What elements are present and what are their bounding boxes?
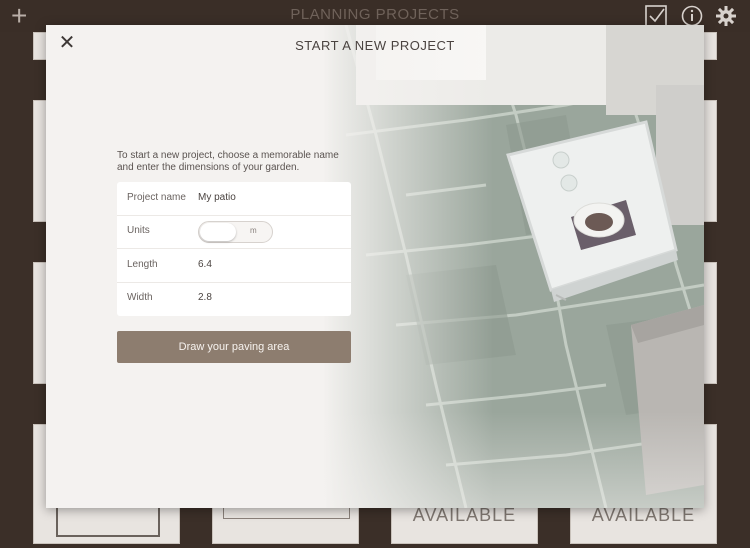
checkbox-icon[interactable] (645, 5, 667, 27)
units-toggle[interactable]: m (198, 221, 273, 243)
width-input[interactable]: 2.8 (198, 292, 212, 303)
gear-icon[interactable] (715, 5, 737, 27)
project-name-input[interactable]: My patio (198, 192, 236, 203)
toggle-knob[interactable] (200, 223, 236, 241)
available-label: AVAILABLE (591, 505, 696, 525)
width-row[interactable]: Width 2.8 (117, 282, 351, 315)
units-row: Units m (117, 215, 351, 249)
dialog-title: START A NEW PROJECT (295, 38, 455, 53)
units-label: Units (127, 225, 150, 236)
length-label: Length (127, 259, 158, 270)
info-icon[interactable] (681, 5, 703, 27)
width-label: Width (127, 292, 153, 303)
available-label: AVAILABLE (412, 505, 517, 525)
length-row[interactable]: Length 6.4 (117, 249, 351, 283)
tile-sketch (56, 505, 160, 537)
new-project-dialog: ✕ START A NEW PROJECT To start a new pro… (46, 25, 704, 508)
intro-text: To start a new project, choose a memorab… (117, 150, 339, 173)
units-option-m: m (250, 226, 257, 235)
project-name-label: Project name (127, 192, 186, 203)
length-input[interactable]: 6.4 (198, 259, 212, 270)
page-title: PLANNING PROJECTS (290, 6, 460, 23)
tile-sketch (223, 507, 350, 519)
project-name-row[interactable]: Project name My patio (117, 182, 351, 216)
project-form: Project name My patio Units m Length 6.4… (117, 182, 351, 316)
draw-paving-area-button[interactable]: Draw your paving area (117, 331, 351, 363)
